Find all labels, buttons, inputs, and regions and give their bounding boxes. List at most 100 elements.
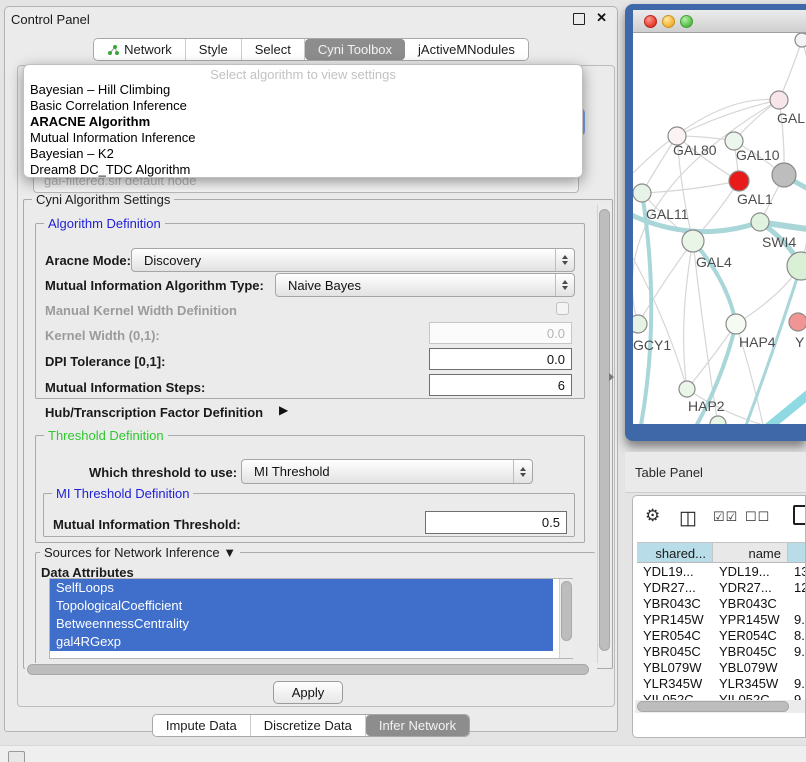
algorithm-dropdown-item[interactable]: Mutual Information Inference — [24, 130, 582, 146]
minimize-traffic-light-icon[interactable] — [662, 15, 675, 28]
data-attribute-item[interactable]: gal4RGexp — [50, 633, 553, 651]
combo-stepper-icon[interactable] — [513, 460, 532, 483]
network-node-labels: GALGAL80GAL10GAL1GAL11SWI4GAL4GCY1HAP4YH… — [633, 110, 805, 414]
table-cell: YBR045C — [637, 644, 713, 660]
table-column-header[interactable]: shared... — [637, 542, 713, 563]
table-cell: YBR043C — [637, 596, 713, 612]
node-label: GCY1 — [633, 337, 671, 353]
network-tab-icon — [107, 44, 119, 56]
aracne-mode-combobox[interactable]: Discovery — [131, 248, 575, 272]
network-view-inner: GALGAL80GAL10GAL1GAL11SWI4GAL4GCY1HAP4YH… — [633, 10, 806, 424]
tab-jactivemnodules[interactable]: jActiveMNodules — [405, 39, 528, 60]
tab-infer-network[interactable]: Infer Network — [366, 715, 469, 736]
network-node[interactable] — [710, 416, 726, 424]
which-threshold-label: Which threshold to use: — [89, 465, 237, 480]
network-node-gal[interactable] — [770, 91, 788, 109]
table-row[interactable]: YDR27...YDR27...12 — [637, 580, 806, 596]
combo-stepper-icon[interactable] — [555, 249, 574, 271]
mi-algorithm-type-value: Naive Bayes — [288, 278, 361, 293]
settings-vertical-scrollbar[interactable] — [597, 205, 611, 663]
export-table-icon[interactable] — [793, 505, 806, 525]
table-horizontal-scrollbar[interactable] — [635, 700, 805, 713]
table-cell: 9. — [788, 644, 806, 660]
table-cell: YLR345W — [713, 676, 788, 692]
control-panel-title: Control Panel — [11, 12, 90, 27]
panel-corner-button[interactable] — [8, 751, 25, 762]
table-cell: YPR145W — [637, 612, 713, 628]
table-column-header[interactable]: name — [713, 542, 788, 563]
sources-collapse-arrow-icon[interactable]: ▼ — [223, 545, 236, 560]
algorithm-dropdown-item[interactable]: Bayesian – K2 — [24, 146, 582, 162]
table-body: YDL19...YDL19...13YDR27...YDR27...12YBR0… — [637, 564, 806, 708]
manual-kernel-width-checkbox[interactable] — [556, 302, 569, 315]
table-row[interactable]: YPR145WYPR145W9. — [637, 612, 806, 628]
mi-steps-field[interactable]: 6 — [429, 374, 572, 396]
data-attributes-list[interactable]: SelfLoopsTopologicalCoefficientBetweenne… — [49, 578, 573, 659]
table-row[interactable]: YLR345WYLR345W9. — [637, 676, 806, 692]
dpi-tolerance-field[interactable]: 0.0 — [429, 348, 572, 370]
settings-horizontal-scrollbar[interactable] — [25, 663, 597, 676]
network-node-hap2[interactable] — [679, 381, 695, 397]
data-attribute-item[interactable]: SelfLoops — [50, 579, 553, 597]
network-node[interactable] — [772, 163, 796, 187]
deselect-all-checkboxes-icon[interactable]: ☐☐ — [745, 509, 770, 525]
split-pane-arrow-icon[interactable] — [609, 373, 614, 381]
tab-cyni-toolbox[interactable]: Cyni Toolbox — [305, 39, 405, 60]
control-panel-tabbar: Network Style Select Cyni Toolbox jActiv… — [93, 38, 529, 61]
tab-network[interactable]: Network — [94, 39, 186, 60]
algorithm-dropdown-item[interactable]: Dream8 DC_TDC Algorithm — [24, 162, 582, 178]
cyni-algorithm-settings-legend: Cyni Algorithm Settings — [32, 192, 174, 207]
algorithm-dropdown: Select algorithm to view settings Bayesi… — [23, 64, 583, 178]
tab-network-label: Network — [124, 42, 172, 57]
network-node[interactable] — [795, 33, 806, 47]
combo-stepper-icon[interactable] — [555, 274, 574, 296]
kernel-width-field[interactable]: 0.0 — [429, 322, 572, 344]
data-attribute-item[interactable]: TopologicalCoefficient — [50, 597, 553, 615]
tab-impute-data[interactable]: Impute Data — [153, 715, 251, 736]
network-node-gal1[interactable] — [729, 171, 749, 191]
dpi-tolerance-label: DPI Tolerance [0,1]: — [45, 354, 165, 369]
tab-discretize-data[interactable]: Discretize Data — [251, 715, 366, 736]
attributes-vertical-scrollbar[interactable] — [559, 579, 573, 658]
gear-icon[interactable]: ⚙ — [645, 506, 660, 526]
network-node[interactable] — [787, 252, 806, 280]
network-node-gal4[interactable] — [682, 230, 704, 252]
table-row[interactable]: YER054CYER054C8. — [637, 628, 806, 644]
control-panel-window: Control Panel ✕ Network Style Select Cyn… — [4, 6, 618, 732]
select-all-checkboxes-icon[interactable]: ☑☑ — [713, 509, 738, 525]
table-row[interactable]: YBL079WYBL079W — [637, 660, 806, 676]
node-label: SWI4 — [762, 234, 796, 250]
table-cell: 9. — [788, 676, 806, 692]
zoom-traffic-light-icon[interactable] — [680, 15, 693, 28]
network-node-gcy1[interactable] — [633, 315, 647, 333]
network-node-swi4[interactable] — [751, 213, 769, 231]
close-traffic-light-icon[interactable] — [644, 15, 657, 28]
network-canvas[interactable]: GALGAL80GAL10GAL1GAL11SWI4GAL4GCY1HAP4YH… — [633, 33, 806, 424]
hub-definition-label[interactable]: Hub/Transcription Factor Definition — [45, 405, 263, 420]
table-panel-header: Table Panel — [625, 452, 806, 493]
table-panel-title: Table Panel — [635, 465, 703, 480]
tab-style[interactable]: Style — [186, 39, 242, 60]
network-window-titlebar[interactable] — [633, 10, 806, 33]
mi-threshold-field[interactable]: 0.5 — [425, 511, 567, 534]
columns-icon[interactable]: ◫ — [679, 507, 697, 530]
settings-vertical-scrollbar-thumb[interactable] — [599, 209, 610, 651]
apply-button[interactable]: Apply — [273, 681, 343, 704]
algorithm-dropdown-item[interactable]: Bayesian – Hill Climbing — [24, 82, 582, 98]
network-node-hap4[interactable] — [726, 314, 746, 334]
algorithm-dropdown-item[interactable]: ARACNE Algorithm — [24, 114, 582, 130]
hub-expand-arrow-icon[interactable]: ▶ — [279, 403, 288, 417]
mi-algorithm-type-combobox[interactable]: Naive Bayes — [275, 273, 575, 297]
table-row[interactable]: YBR045CYBR045C9. — [637, 644, 806, 660]
network-node-gal11[interactable] — [633, 184, 651, 202]
network-node-y[interactable] — [789, 313, 806, 331]
table-row[interactable]: YBR043CYBR043C — [637, 596, 806, 612]
table-row[interactable]: YDL19...YDL19...13 — [637, 564, 806, 580]
close-window-icon[interactable]: ✕ — [596, 10, 607, 26]
data-attribute-item[interactable]: BetweennessCentrality — [50, 615, 553, 633]
table-column-header[interactable]: A — [788, 542, 806, 563]
tab-select[interactable]: Select — [242, 39, 305, 60]
which-threshold-combobox[interactable]: MI Threshold — [241, 459, 533, 484]
float-window-icon[interactable] — [573, 13, 585, 25]
algorithm-dropdown-item[interactable]: Basic Correlation Inference — [24, 98, 582, 114]
